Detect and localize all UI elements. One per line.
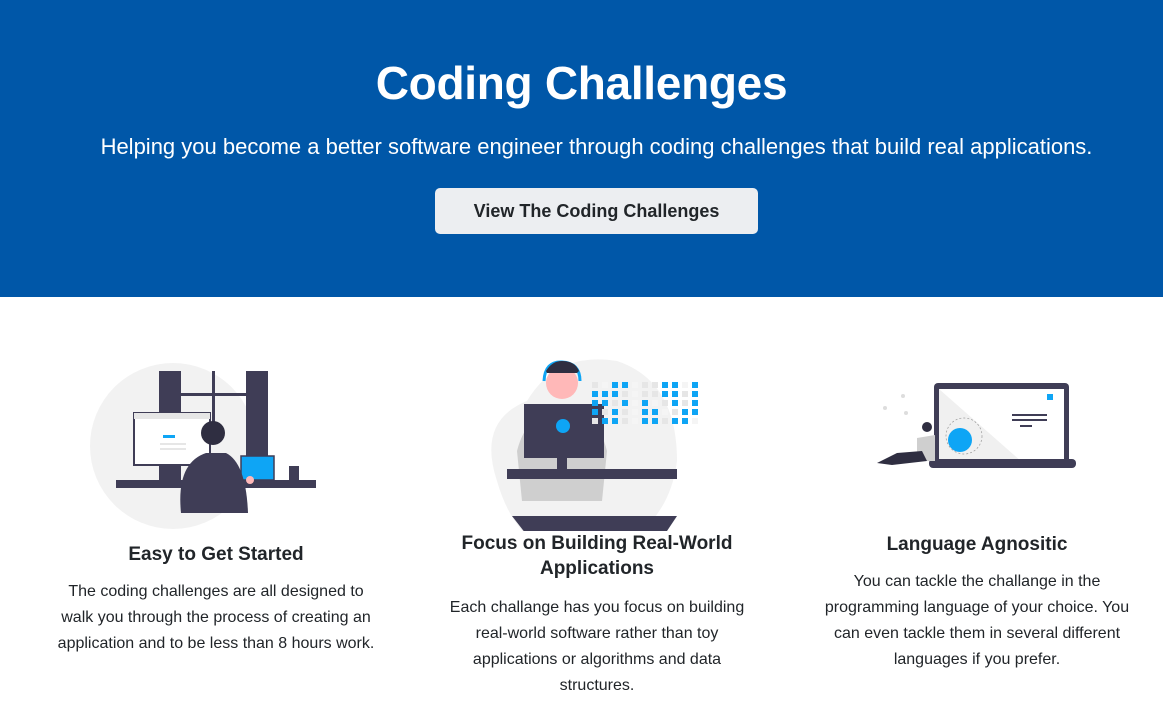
pixel-square bbox=[602, 409, 608, 415]
pixel-square bbox=[612, 409, 618, 415]
feature-description: You can tackle the challange in the prog… bbox=[824, 573, 1130, 668]
feature-title: Focus on Building Real-World Application… bbox=[461, 533, 733, 579]
feature-description: The coding challenges are all designed t… bbox=[57, 583, 375, 652]
person-with-laptop-illustration bbox=[877, 383, 1076, 468]
pixel-square bbox=[592, 409, 598, 415]
pixel-square bbox=[692, 418, 698, 424]
pixel-square bbox=[662, 400, 668, 406]
pixel-square bbox=[672, 382, 678, 388]
pixel-square bbox=[622, 409, 628, 415]
features-section: Easy to Get Started The coding challenge… bbox=[0, 297, 1163, 715]
developer-at-desk-illustration bbox=[90, 363, 316, 529]
pixel-square bbox=[652, 400, 658, 406]
feature-card: Focus on Building Real-World Application… bbox=[437, 297, 757, 699]
pixel-square bbox=[672, 400, 678, 406]
pixel-square bbox=[692, 409, 698, 415]
pixel-square bbox=[632, 391, 638, 397]
pixel-square bbox=[592, 418, 598, 424]
pixel-square bbox=[642, 382, 648, 388]
pixel-square bbox=[602, 391, 608, 397]
feature-description: Each challange has you focus on building… bbox=[449, 599, 745, 694]
pixel-square bbox=[632, 409, 638, 415]
pixel-square bbox=[592, 382, 598, 388]
feature-card: Language Agnositic You can tackle the ch… bbox=[817, 297, 1137, 673]
pixel-square bbox=[662, 418, 668, 424]
pixel-square bbox=[622, 391, 628, 397]
pixel-square bbox=[672, 391, 678, 397]
pixel-square bbox=[612, 400, 618, 406]
pixel-square bbox=[602, 382, 608, 388]
pixel-square bbox=[672, 409, 678, 415]
pixel-square bbox=[652, 409, 658, 415]
pixel-square bbox=[662, 391, 668, 397]
pixel-square bbox=[622, 418, 628, 424]
feature-card: Easy to Get Started The coding challenge… bbox=[56, 297, 376, 657]
pixel-square bbox=[632, 400, 638, 406]
view-challenges-button[interactable]: View The Coding Challenges bbox=[435, 188, 758, 234]
pixel-square bbox=[602, 400, 608, 406]
feature-title: Language Agnositic bbox=[886, 534, 1068, 555]
pixel-square bbox=[632, 382, 638, 388]
pixel-square bbox=[682, 418, 688, 424]
pixel-square bbox=[642, 409, 648, 415]
pixel-square bbox=[612, 418, 618, 424]
pixel-square bbox=[592, 400, 598, 406]
pixel-square bbox=[612, 391, 618, 397]
pixel-square bbox=[622, 400, 628, 406]
pixel-square bbox=[692, 391, 698, 397]
feature-title: Easy to Get Started bbox=[128, 544, 304, 565]
page-title: Coding Challenges bbox=[375, 57, 788, 109]
pixel-square bbox=[682, 382, 688, 388]
pixel-square bbox=[612, 382, 618, 388]
hero-subtitle: Helping you become a better software eng… bbox=[100, 134, 1093, 159]
pixel-square bbox=[632, 418, 638, 424]
developer-with-headset-illustration bbox=[491, 359, 698, 531]
pixel-square bbox=[592, 391, 598, 397]
pixel-square bbox=[682, 391, 688, 397]
pixel-square bbox=[682, 400, 688, 406]
pixel-square bbox=[642, 400, 648, 406]
pixel-square bbox=[602, 418, 608, 424]
pixel-square bbox=[642, 418, 648, 424]
pixel-square bbox=[652, 391, 658, 397]
pixel-square bbox=[622, 382, 628, 388]
pixel-square bbox=[682, 409, 688, 415]
pixel-square bbox=[692, 400, 698, 406]
pixel-square bbox=[652, 418, 658, 424]
pixel-square bbox=[672, 418, 678, 424]
hero-banner: Coding Challenges Helping you become a b… bbox=[0, 0, 1163, 297]
pixel-square bbox=[642, 391, 648, 397]
pixel-square bbox=[692, 382, 698, 388]
pixel-square bbox=[662, 409, 668, 415]
pixel-square bbox=[662, 382, 668, 388]
pixel-square bbox=[652, 382, 658, 388]
